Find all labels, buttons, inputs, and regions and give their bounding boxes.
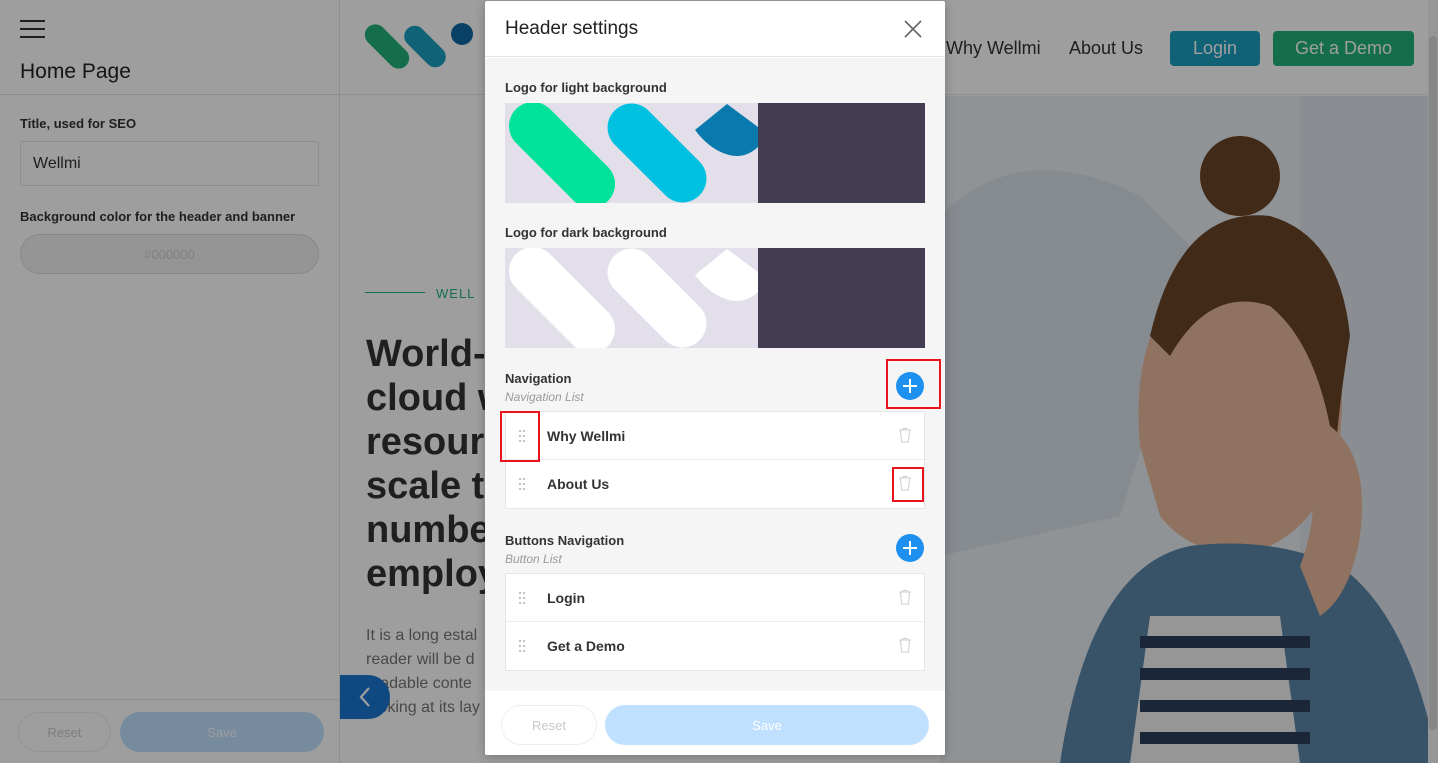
button-list-item[interactable]: Get a Demo: [506, 622, 924, 670]
logo-light-upload[interactable]: [505, 103, 925, 203]
trash-icon[interactable]: [898, 637, 912, 653]
button-item-label: Login: [547, 589, 586, 606]
add-button-item-button[interactable]: [896, 534, 924, 562]
drag-handle-icon[interactable]: [518, 639, 526, 653]
header-settings-modal: Header settings Logo for light backgroun…: [485, 1, 945, 755]
logo-light-preview: [505, 103, 758, 203]
close-icon[interactable]: [903, 19, 923, 39]
logo-dark-dark-swatch: [758, 248, 925, 348]
drag-handle-icon[interactable]: [518, 591, 526, 605]
buttons-section-title: Buttons Navigation: [505, 533, 625, 548]
modal-save-button[interactable]: Save: [605, 705, 929, 745]
highlight-add-navigation: [886, 359, 941, 409]
navigation-item-label: Why Wellmi: [547, 427, 626, 444]
navigation-item-label: About Us: [547, 476, 610, 492]
navigation-list-item[interactable]: About Us: [506, 460, 924, 508]
trash-icon[interactable]: [898, 427, 912, 443]
navigation-list: Why Wellmi About Us: [505, 411, 925, 509]
navigation-section-title: Navigation: [505, 371, 572, 386]
logo-light-dark-swatch: [758, 103, 925, 203]
logo-dark-upload[interactable]: [505, 248, 925, 348]
logo-light-label: Logo for light background: [505, 80, 667, 95]
modal-footer: Reset Save: [485, 691, 945, 755]
logo-dark-preview: [505, 248, 758, 348]
navigation-section-subtitle: Navigation List: [505, 390, 584, 404]
trash-icon[interactable]: [898, 589, 912, 605]
logo-dark-label: Logo for dark background: [505, 225, 667, 240]
modal-body: Logo for light background Logo for dark …: [485, 58, 945, 691]
buttons-section-subtitle: Button List: [505, 552, 562, 566]
highlight-drag-handle: [500, 411, 540, 462]
modal-title: Header settings: [505, 18, 639, 39]
modal-reset-button[interactable]: Reset: [501, 705, 597, 745]
button-list-item[interactable]: Login: [506, 574, 924, 622]
highlight-delete-item: [892, 467, 924, 502]
logo-light-image: [509, 103, 758, 203]
modal-header: Header settings: [485, 1, 945, 57]
drag-handle-icon[interactable]: [518, 477, 526, 491]
buttons-list: Login Get a Demo: [505, 573, 925, 671]
navigation-list-item[interactable]: Why Wellmi: [506, 412, 924, 460]
logo-dark-image: [509, 248, 758, 348]
button-item-label: Get a Demo: [547, 638, 625, 654]
plus-icon: [903, 541, 917, 555]
